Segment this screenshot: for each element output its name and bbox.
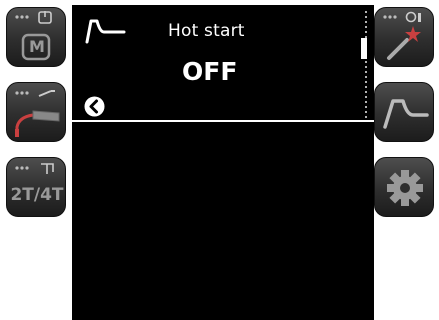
dial-icon — [405, 11, 421, 23]
wizard-wand-icon — [387, 26, 421, 60]
back-arrow-icon[interactable] — [84, 96, 105, 117]
wizard-button[interactable] — [374, 7, 434, 67]
scroll-track — [365, 11, 367, 119]
trigger-icon — [41, 163, 54, 174]
gear-icon — [387, 170, 423, 206]
settings-button[interactable] — [374, 157, 434, 217]
hot-start-curve-icon — [85, 19, 126, 44]
trigger-mode-button[interactable]: 2T/4T — [6, 157, 66, 217]
memory-label: M — [29, 37, 45, 56]
trigger-mode-label: 2T/4T — [10, 185, 64, 205]
memory-mode-button[interactable]: M — [6, 7, 66, 67]
divider — [72, 120, 374, 122]
power-icon — [38, 11, 52, 24]
curve-icon — [383, 99, 429, 129]
parameter-title: Hot start — [168, 21, 245, 41]
parameter-value: OFF — [182, 57, 238, 86]
display-screen: Hot start OFF — [72, 5, 374, 320]
torch-button[interactable] — [6, 82, 66, 142]
scroll-thumb[interactable] — [361, 38, 367, 59]
curve-button[interactable] — [374, 82, 434, 142]
small-torch-icon — [38, 90, 55, 97]
torch-icon — [15, 110, 60, 137]
